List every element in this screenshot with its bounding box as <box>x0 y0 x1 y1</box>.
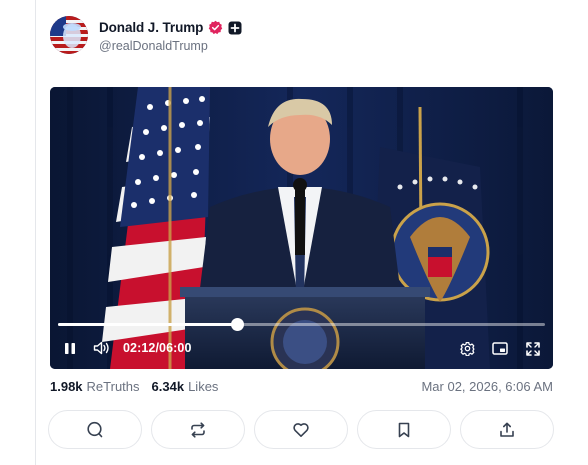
plus-member-icon <box>228 21 242 35</box>
bookmark-icon <box>398 422 410 437</box>
heart-icon <box>293 422 309 437</box>
bookmark-button[interactable] <box>357 410 451 449</box>
post-timestamp[interactable]: Mar 02, 2026, 6:06 AM <box>421 379 553 394</box>
post-stats: 1.98k ReTruths 6.34k Likes Mar 02, 2026, 6… <box>50 379 553 394</box>
fullscreen-icon <box>525 341 540 356</box>
verified-badge-icon <box>208 20 223 35</box>
like-button[interactable] <box>254 410 348 449</box>
pause-button[interactable] <box>62 340 78 356</box>
likes-label: Likes <box>188 379 219 394</box>
author-handle[interactable]: @realDonaldTrump <box>99 39 242 53</box>
retruths-count: 1.98k <box>50 379 83 394</box>
video-player[interactable]: 02:12/06:00 <box>50 87 553 369</box>
video-frame <box>50 87 553 369</box>
video-progress-fill <box>58 323 237 326</box>
post-header: Donald J. Trump @realDonaldTrump <box>50 16 242 54</box>
share-icon <box>500 422 514 437</box>
author-name-row: Donald J. Trump <box>99 20 242 35</box>
gear-icon <box>460 341 475 356</box>
share-button[interactable] <box>460 410 554 449</box>
video-time-display: 02:12/06:00 <box>123 341 192 355</box>
volume-button[interactable] <box>93 340 111 356</box>
feed-column-border <box>35 0 36 465</box>
picture-in-picture-button[interactable] <box>491 340 508 357</box>
picture-in-picture-icon <box>491 342 508 355</box>
reply-button[interactable] <box>48 410 142 449</box>
reply-icon <box>87 421 103 437</box>
settings-button[interactable] <box>459 340 476 357</box>
retruth-icon <box>191 421 205 438</box>
video-progress-thumb[interactable] <box>230 318 244 331</box>
likes-count: 6.34k <box>151 379 185 394</box>
author-name[interactable]: Donald J. Trump <box>99 20 203 35</box>
retruths-label: ReTruths <box>86 379 140 394</box>
retruths-stat[interactable]: 1.98k ReTruths <box>50 379 140 394</box>
retruth-button[interactable] <box>151 410 245 449</box>
volume-icon <box>93 341 109 355</box>
author-info: Donald J. Trump @realDonaldTrump <box>99 20 242 53</box>
fullscreen-button[interactable] <box>524 340 541 357</box>
likes-stat[interactable]: 6.34k Likes <box>152 379 219 394</box>
video-progress-bar[interactable] <box>58 318 545 331</box>
pause-icon <box>65 342 75 354</box>
post-actions <box>48 410 554 449</box>
avatar[interactable] <box>50 16 88 54</box>
